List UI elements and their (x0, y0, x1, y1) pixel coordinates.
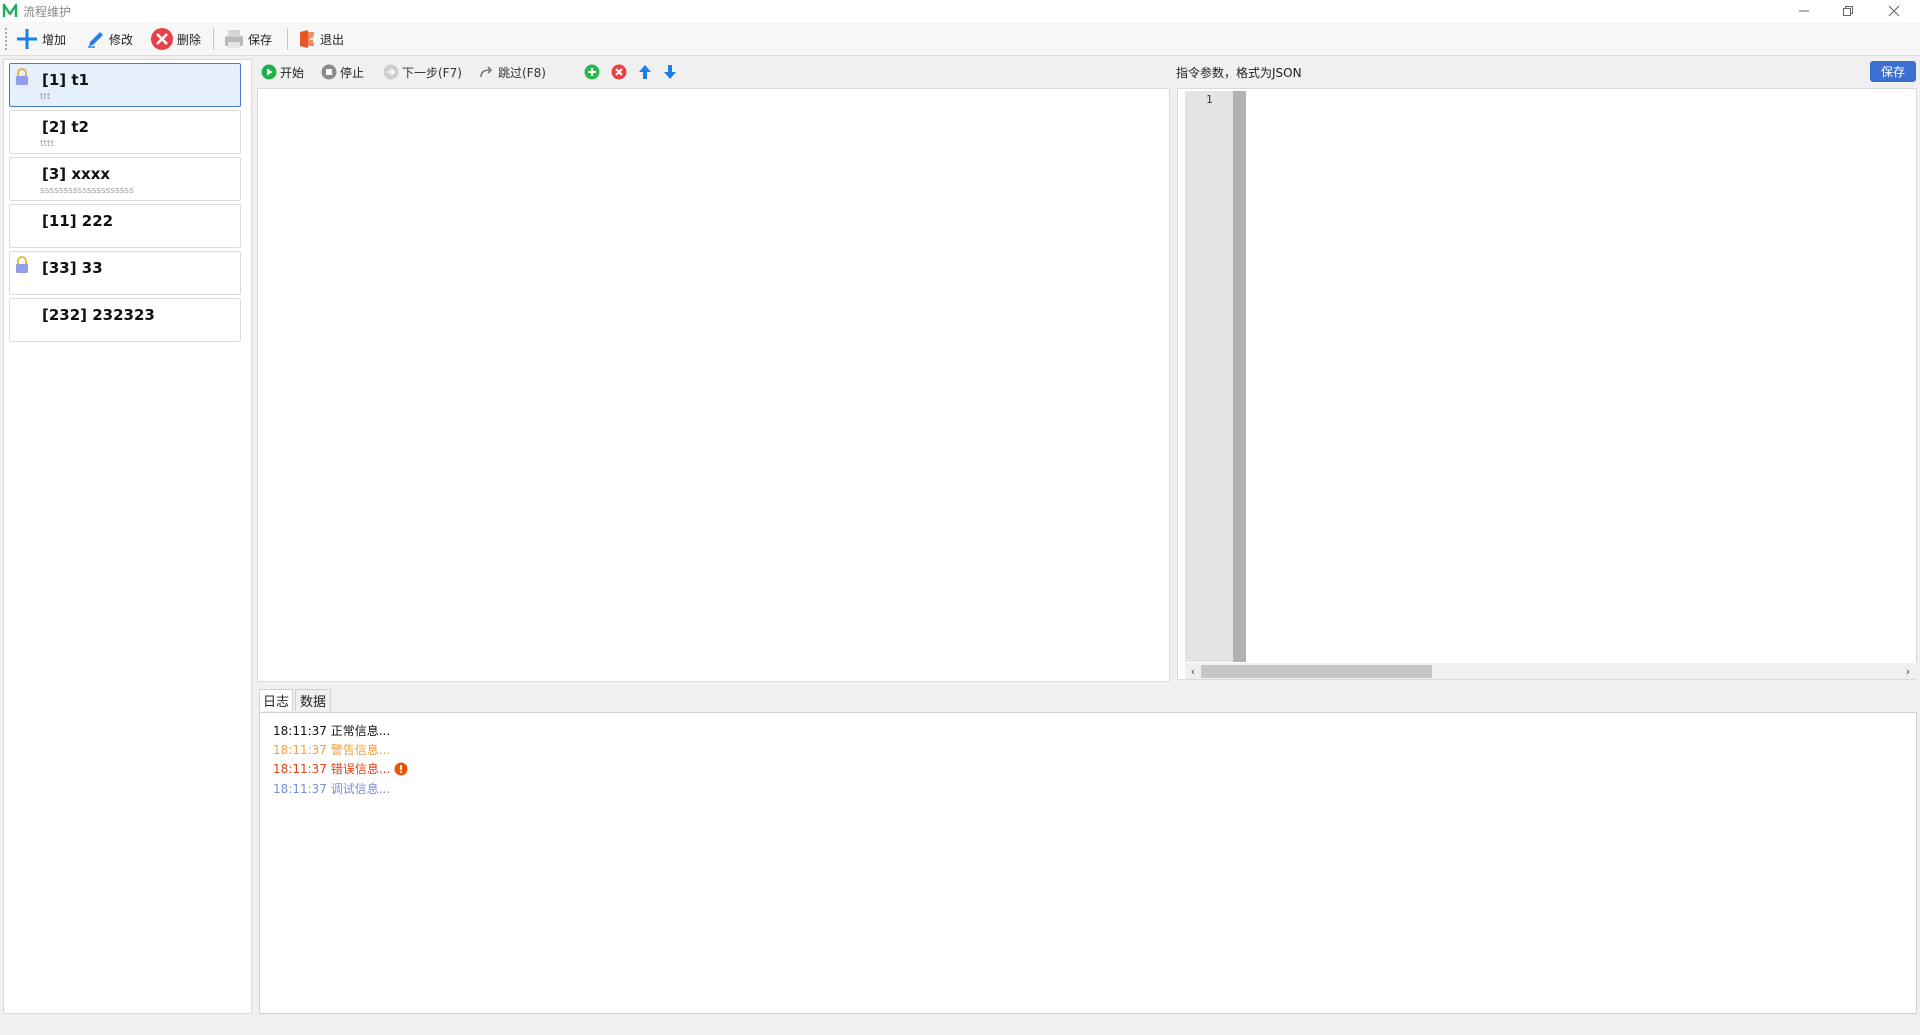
exit-door-icon (300, 30, 317, 48)
skip-label: 跳过(F8) (498, 65, 546, 80)
restore-icon (1843, 6, 1853, 16)
main-toolbar (0, 22, 1920, 56)
start-button[interactable]: 开始 (261, 62, 304, 82)
log-panel (259, 712, 1917, 1014)
delete-button[interactable]: 删除 (148, 26, 203, 52)
stop-icon (321, 64, 337, 80)
edit-label: 修改 (109, 32, 134, 47)
move-up-button[interactable] (637, 62, 653, 82)
add-button[interactable]: 增加 (13, 26, 68, 52)
save-label: 保存 (248, 32, 273, 47)
scroll-right-icon[interactable]: › (1900, 663, 1916, 679)
plus-icon (17, 29, 37, 49)
flow-item-title: [3] xxxx (42, 165, 111, 183)
edit-button[interactable]: 修改 (84, 26, 135, 52)
editor-fold-column (1233, 91, 1246, 662)
log-time: 18:11:37 (273, 743, 327, 757)
scrollbar-thumb[interactable] (1201, 665, 1432, 678)
flow-item-title: [1] t1 (42, 71, 89, 89)
remove-circle-icon (611, 64, 627, 80)
add-node-button[interactable] (584, 62, 600, 82)
exit-button[interactable]: 退出 (295, 26, 346, 52)
lock-icon (14, 256, 30, 274)
window-title: 流程维护 (23, 5, 72, 19)
log-line-debug: 18:11:37 调试信息... (273, 780, 390, 797)
save-button[interactable]: 保存 (221, 26, 274, 52)
scroll-left-icon[interactable]: ‹ (1185, 663, 1201, 679)
params-label: 指令参数，格式为JSON (1176, 66, 1302, 80)
play-icon (261, 64, 277, 80)
log-message: 警告信息... (330, 743, 391, 757)
flow-item-title: [2] t2 (42, 118, 89, 136)
log-time: 18:11:37 (273, 782, 327, 796)
arrow-up-icon (639, 65, 651, 79)
log-line-normal: 18:11:37 正常信息... (273, 722, 390, 739)
pencil-icon (88, 32, 103, 48)
add-label: 增加 (42, 32, 67, 47)
delete-label: 删除 (177, 32, 202, 47)
arrow-down-icon (664, 65, 676, 79)
printer-save-icon (225, 30, 243, 48)
error-exclamation-icon (394, 762, 408, 775)
remove-node-button[interactable] (611, 62, 627, 82)
stop-button[interactable]: 停止 (321, 62, 364, 82)
toolbar-grip[interactable] (5, 28, 8, 50)
flow-item-title: [11] 222 (42, 212, 114, 230)
skip-button[interactable]: 跳过(F8) (479, 62, 546, 82)
log-time: 18:11:37 (273, 724, 327, 738)
minimize-icon (1799, 10, 1809, 12)
flow-canvas[interactable] (257, 88, 1170, 682)
editor-gutter (1185, 91, 1233, 662)
close-icon (1888, 5, 1900, 17)
exit-label: 退出 (320, 32, 345, 47)
skip-arrow-icon (480, 66, 493, 78)
move-down-button[interactable] (662, 62, 678, 82)
add-circle-icon (584, 64, 600, 80)
restore-button[interactable] (1826, 0, 1870, 22)
json-editor[interactable] (1177, 88, 1917, 680)
log-time: 18:11:37 (273, 761, 327, 776)
flow-list-item[interactable]: [2] t2 tttt (9, 110, 241, 154)
log-line-error: 18:11:37 错误信息... (273, 760, 408, 777)
flow-list-item[interactable]: [1] t1 ttt (9, 63, 241, 107)
tab-log[interactable]: 日志 (259, 689, 293, 711)
flow-list-item[interactable]: [3] xxxx ssssssssssssssssssss (9, 157, 241, 201)
flow-list-item[interactable]: [232] 232323 (9, 298, 241, 342)
flow-list-item[interactable]: [33] 33 (9, 251, 241, 295)
log-line-warning: 18:11:37 警告信息... (273, 741, 390, 758)
params-save-button[interactable]: 保存 (1870, 61, 1916, 82)
delete-circle-icon (151, 28, 173, 50)
flow-item-subtitle: ssssssssssssssssssss (40, 186, 134, 196)
toolbar-separator (213, 28, 214, 50)
flow-list-item[interactable]: [11] 222 (9, 204, 241, 248)
flow-item-title: [33] 33 (42, 259, 103, 277)
title-bar (0, 0, 1920, 22)
close-button[interactable] (1872, 0, 1916, 22)
toolbar-separator (287, 28, 288, 50)
app-logo-icon (2, 3, 18, 19)
log-message: 调试信息... (330, 782, 391, 796)
flow-list-panel (3, 59, 252, 1014)
minimize-button[interactable] (1782, 0, 1826, 22)
line-number: 1 (1206, 93, 1213, 106)
next-step-icon (383, 64, 399, 80)
flow-item-subtitle: ttt (40, 92, 51, 102)
tab-data[interactable]: 数据 (295, 689, 331, 711)
log-message: 正常信息... (330, 724, 391, 738)
flow-item-title: [232] 232323 (42, 306, 155, 324)
stop-label: 停止 (340, 65, 365, 80)
start-label: 开始 (280, 65, 305, 80)
lock-icon (14, 68, 30, 86)
log-message: 错误信息... (330, 762, 391, 776)
next-step-label: 下一步(F7) (402, 65, 462, 80)
flow-item-subtitle: tttt (40, 139, 55, 149)
next-step-button[interactable]: 下一步(F7) (383, 62, 462, 82)
